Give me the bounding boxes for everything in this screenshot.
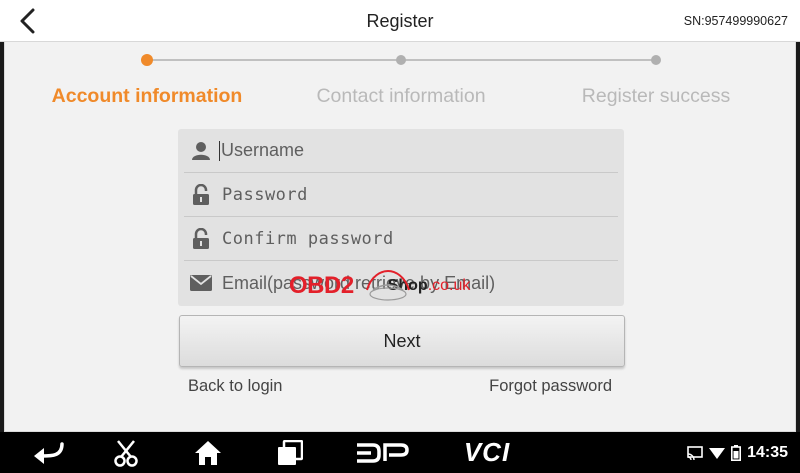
dp-logo-icon (357, 442, 409, 463)
username-placeholder: Username (221, 140, 305, 160)
nav-back-button[interactable] (26, 432, 70, 473)
confirm-password-field[interactable]: Confirm password (184, 217, 618, 261)
nav-recents-button[interactable] (270, 432, 310, 473)
email-placeholder: Email(password retrieve by Email) (222, 272, 496, 293)
back-to-login-link[interactable]: Back to login (188, 377, 282, 396)
next-button[interactable]: Next (179, 315, 625, 367)
text-caret (219, 140, 220, 161)
clock-time: 14:35 (747, 443, 788, 461)
title-bar: Register SN:957499990627 (0, 0, 800, 42)
lock-icon (186, 217, 216, 261)
nav-dp-button[interactable]: DP (352, 432, 412, 473)
recent-apps-icon (278, 439, 303, 465)
lock-icon (186, 173, 216, 217)
username-field[interactable]: Username (184, 129, 618, 173)
envelope-icon (186, 261, 216, 305)
home-icon (195, 440, 221, 465)
step-label-contact: Contact information (316, 85, 486, 107)
step-dot-contact (396, 55, 406, 65)
nav-vci-button[interactable]: VCI (452, 432, 522, 473)
step-dot-success (651, 55, 661, 65)
status-area: 14:35 (687, 432, 788, 473)
nav-home-button[interactable] (188, 432, 228, 473)
password-field[interactable]: Password (184, 173, 618, 217)
battery-icon (731, 444, 742, 461)
nav-cut-button[interactable] (106, 432, 146, 473)
stepper-track (141, 54, 661, 66)
register-panel: Account information Contact information … (4, 42, 796, 432)
register-stepper: Account information Contact information … (5, 42, 797, 122)
page-title: Register (366, 11, 434, 31)
email-field[interactable]: Email(password retrieve by Email) (184, 261, 618, 305)
cast-icon (687, 445, 703, 460)
step-label-success: Register success (581, 85, 731, 107)
vci-label: VCI (463, 437, 511, 467)
step-label-account: Account information (51, 85, 243, 107)
user-icon (186, 129, 216, 173)
password-placeholder: Password (222, 184, 308, 205)
confirm-password-placeholder: Confirm password (222, 228, 394, 249)
wifi-icon (709, 447, 726, 459)
system-nav-bar: DP VCI 14:35 (0, 432, 800, 473)
step-dot-account (141, 54, 153, 66)
serial-number: SN:957499990627 (683, 14, 788, 28)
return-arrow-icon (34, 441, 64, 464)
account-form: Username Password Confirm password Email… (178, 129, 624, 306)
forgot-password-link[interactable]: Forgot password (489, 377, 612, 396)
scissors-icon (114, 439, 138, 467)
